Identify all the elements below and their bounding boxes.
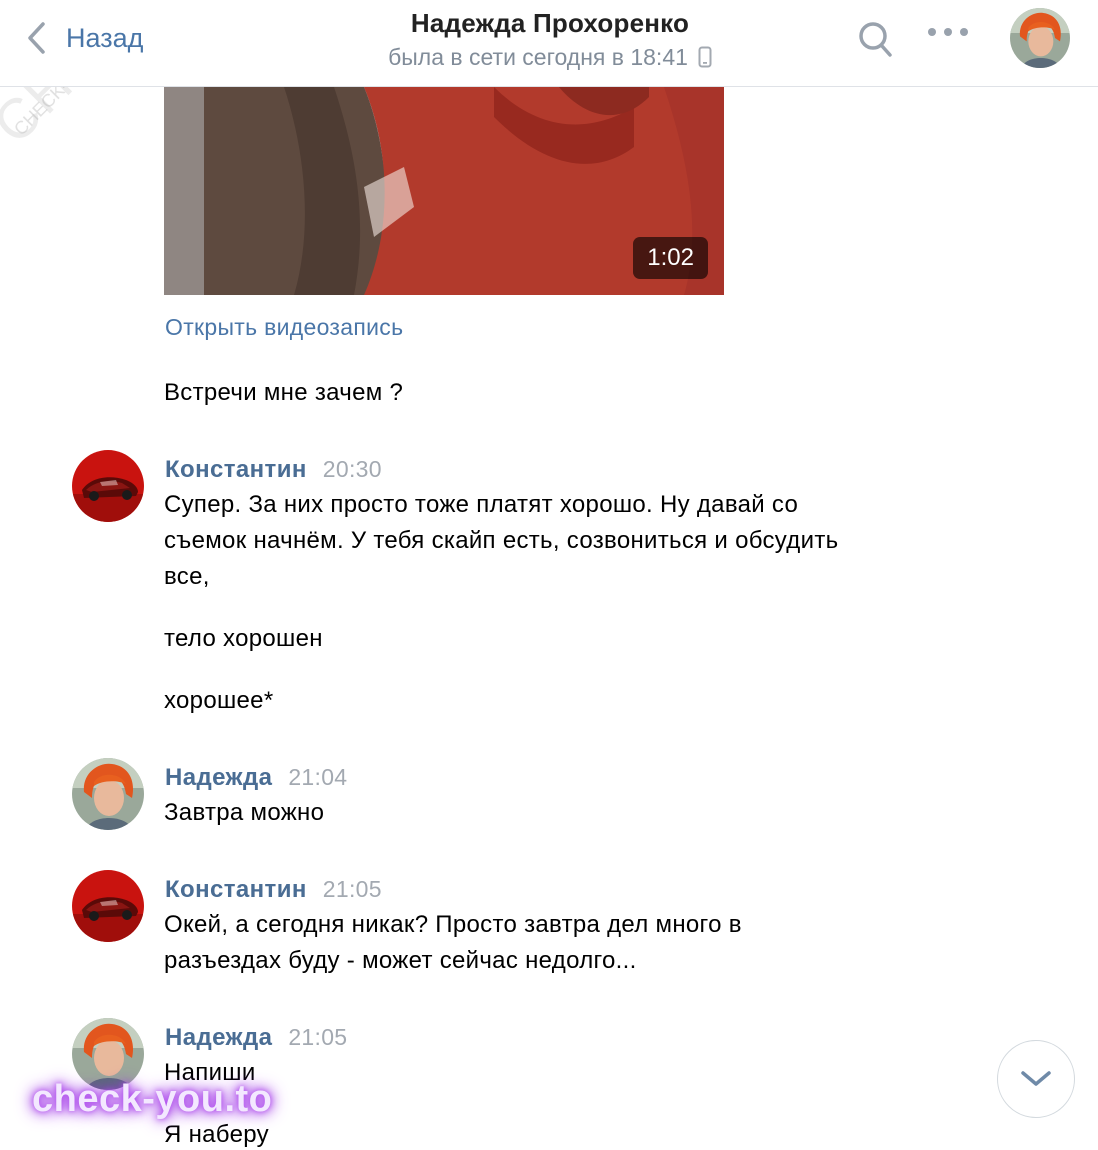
- message-header: Константин 21:05: [165, 873, 382, 906]
- search-icon[interactable]: [857, 20, 895, 65]
- header-avatar[interactable]: [1010, 8, 1070, 68]
- back-button[interactable]: Назад: [26, 18, 143, 58]
- message-text: Встречи мне зачем ?: [164, 379, 404, 406]
- message-text-line: все,: [164, 563, 210, 590]
- scroll-down-button[interactable]: [997, 1040, 1075, 1118]
- avatar-nadezhda[interactable]: [72, 758, 144, 830]
- message-text-line: Окей, а сегодня никак? Просто завтра дел…: [164, 911, 742, 938]
- chat-header: Назад Надежда Прохоренко была в сети сег…: [0, 0, 1098, 87]
- video-duration: 1:02: [633, 237, 708, 279]
- chat-title: Надежда Прохоренко: [410, 8, 690, 38]
- mobile-phone-icon: [698, 46, 712, 68]
- avatar-nadezhda[interactable]: [72, 1018, 144, 1090]
- message-header: Надежда 21:04: [165, 761, 347, 794]
- message-text-line: съемок начнём. У тебя скайп есть, созвон…: [164, 527, 839, 554]
- back-label: Назад: [66, 22, 144, 53]
- open-video-link[interactable]: Открыть видеозапись: [165, 314, 403, 341]
- more-horizontal-icon[interactable]: [928, 28, 968, 36]
- chat-title-block[interactable]: Надежда Прохоренко была в сети сегодня в…: [250, 6, 850, 74]
- message-text-line: Супер. За них просто тоже платят хорошо.…: [164, 491, 799, 518]
- message-time: 21:04: [288, 764, 348, 790]
- message-time: 21:05: [288, 1024, 348, 1050]
- message-text-line: Напиши: [164, 1059, 256, 1086]
- message-time: 21:05: [322, 876, 382, 902]
- online-status-text: была в сети сегодня в 18:41: [388, 44, 688, 70]
- message-text: тело хорошен: [164, 625, 323, 652]
- author-name[interactable]: Надежда: [165, 1022, 272, 1054]
- message-time: 20:30: [322, 456, 382, 482]
- online-status: была в сети сегодня в 18:41: [388, 40, 712, 74]
- author-name[interactable]: Константин: [165, 874, 307, 906]
- video-thumbnail[interactable]: 1:02: [164, 87, 724, 295]
- avatar-konstantin[interactable]: [72, 870, 144, 942]
- chevron-left-icon: [28, 22, 45, 54]
- message-text: Я наберу: [164, 1121, 269, 1148]
- author-name[interactable]: Константин: [165, 454, 307, 486]
- chat-page: 1:02 Открыть видеозапись Встречи мне зач…: [0, 0, 1098, 1150]
- author-name[interactable]: Надежда: [165, 762, 272, 794]
- chevron-down-icon: [1021, 1071, 1051, 1086]
- avatar-konstantin[interactable]: [72, 450, 144, 522]
- message-header: Надежда 21:05: [165, 1021, 347, 1054]
- message-text-line: Завтра можно: [164, 799, 325, 826]
- message-text-line: разъездах буду - может сейчас недолго...: [164, 947, 637, 974]
- message-header: Константин 20:30: [165, 453, 382, 486]
- message-text: хорошее*: [164, 687, 274, 714]
